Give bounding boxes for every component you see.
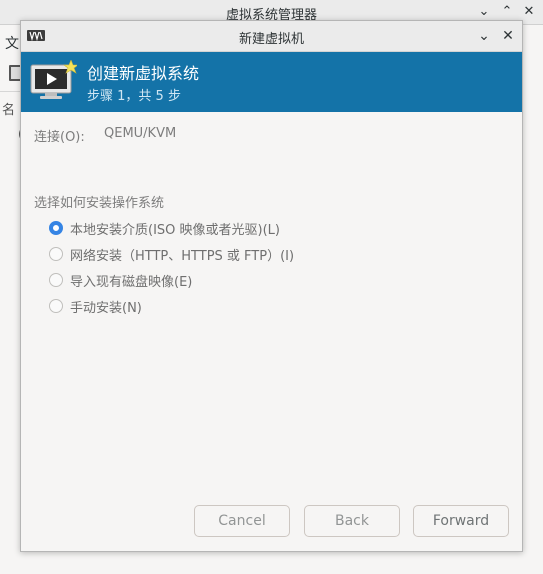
connection-value: QEMU/KVM [104,126,177,141]
connection-label: 连接(O): [34,130,85,145]
radio-button[interactable] [49,247,63,261]
radio-label: 网络安装（HTTP、HTTPS 或 FTP）(I) [70,248,295,264]
radio-import-disk[interactable]: 导入现有磁盘映像(E) [49,270,192,290]
step-indicator: 步骤 1，共 5 步 [87,89,181,104]
wizard-banner: 创建新虚拟系统 步骤 1，共 5 步 [21,52,522,112]
radio-label: 手动安装(N) [70,300,142,316]
radio-local-media[interactable]: 本地安装介质(ISO 映像或者光驱)(L) [49,218,280,238]
dialog-title: 新建虚拟机 [238,32,304,47]
chevron-up-icon[interactable]: ⌃ [498,3,516,21]
radio-manual-install[interactable]: 手动安装(N) [49,296,142,316]
radio-button[interactable] [49,299,63,313]
radio-network-install[interactable]: 网络安装（HTTP、HTTPS 或 FTP）(I) [49,244,294,264]
forward-button[interactable]: Forward [413,505,509,537]
install-method-label: 选择如何安装操作系统 [34,196,165,211]
chevron-down-icon[interactable]: ⌄ [475,3,493,21]
close-icon[interactable]: ✕ [520,3,538,21]
divider [0,91,20,92]
banner-title: 创建新虚拟系统 [87,64,200,83]
radio-button[interactable] [49,221,63,235]
chevron-down-icon[interactable]: ⌄ [475,27,493,45]
new-vm-dialog: 新建虚拟机 ⌄ ✕ 创建新虚拟系统 步骤 1，共 5 步 连接(O): QEMU… [20,20,523,552]
new-vm-icon [30,60,77,99]
name-column-header[interactable]: 名 [2,99,15,118]
back-button[interactable]: Back [304,505,400,537]
menu-file[interactable]: 文 [5,33,19,53]
close-icon[interactable]: ✕ [499,27,517,45]
radio-label: 导入现有磁盘映像(E) [70,274,193,290]
radio-button[interactable] [49,273,63,287]
radio-label: 本地安装介质(ISO 映像或者光驱)(L) [70,222,280,238]
dialog-titlebar: 新建虚拟机 ⌄ ✕ [21,21,522,52]
cancel-button[interactable]: Cancel [194,505,290,537]
